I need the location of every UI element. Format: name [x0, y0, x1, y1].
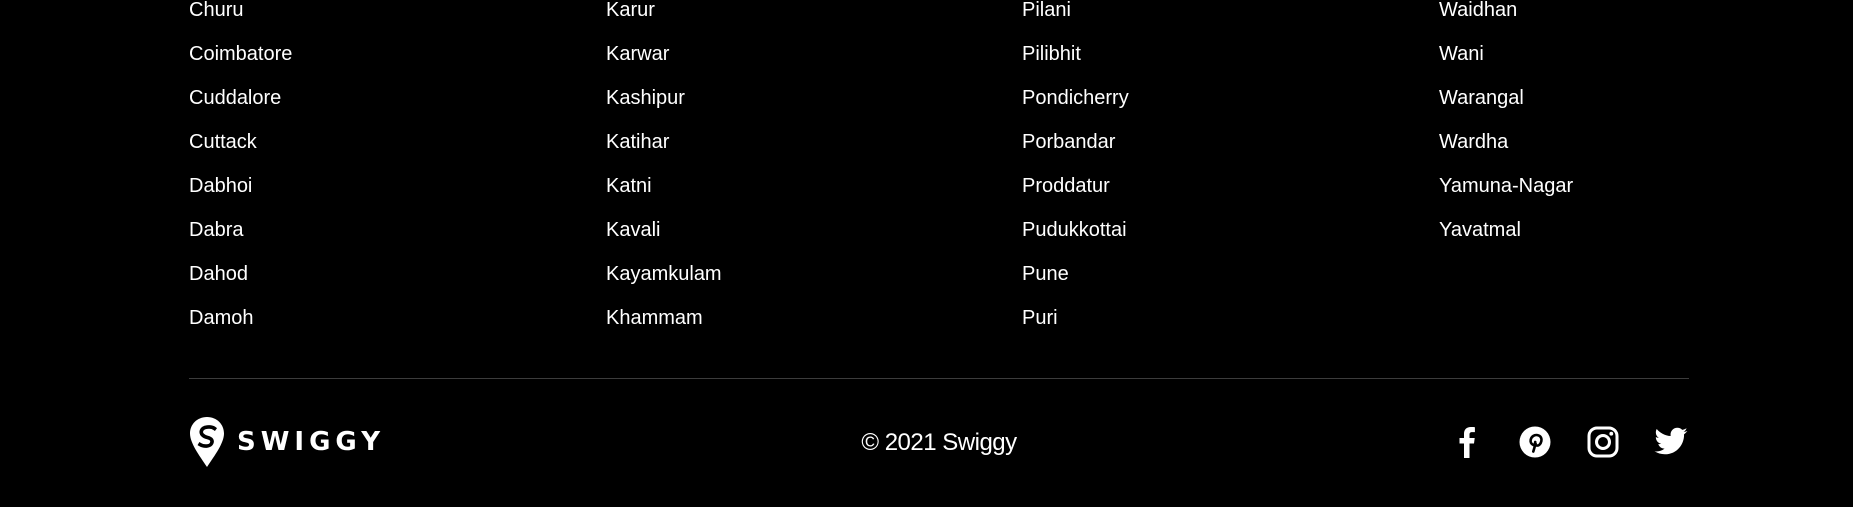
city-links-section: Churu Coimbatore Cuddalore Cuttack Dabho…: [189, 0, 1689, 340]
city-link[interactable]: Warangal: [1439, 80, 1839, 124]
city-link[interactable]: Dahod: [189, 256, 589, 300]
city-link[interactable]: Katni: [606, 168, 1006, 212]
city-column-3: Pilani Pilibhit Pondicherry Porbandar Pr…: [1022, 0, 1422, 344]
city-link[interactable]: Katihar: [606, 124, 1006, 168]
logo-wordmark: SWIGGY: [237, 427, 386, 457]
city-link[interactable]: Karur: [606, 0, 1006, 36]
instagram-icon: [1587, 426, 1619, 458]
city-link[interactable]: Puri: [1022, 300, 1422, 344]
swiggy-logo[interactable]: SWIGGY: [189, 416, 385, 468]
twitter-link[interactable]: [1653, 424, 1689, 460]
city-link[interactable]: Karwar: [606, 36, 1006, 80]
city-column-2: Karur Karwar Kashipur Katihar Katni Kava…: [606, 0, 1006, 344]
city-link[interactable]: Khammam: [606, 300, 1006, 344]
city-link[interactable]: Dabhoi: [189, 168, 589, 212]
city-link[interactable]: Coimbatore: [189, 36, 589, 80]
social-links: [1417, 424, 1689, 460]
city-link[interactable]: Pilibhit: [1022, 36, 1422, 80]
city-link[interactable]: Pondicherry: [1022, 80, 1422, 124]
twitter-icon: [1654, 427, 1688, 455]
city-column-4: Waidhan Wani Warangal Wardha Yamuna-Naga…: [1439, 0, 1839, 256]
city-link[interactable]: Wani: [1439, 36, 1839, 80]
city-link[interactable]: Churu: [189, 0, 589, 36]
city-link[interactable]: Waidhan: [1439, 0, 1839, 36]
city-link[interactable]: Yavatmal: [1439, 212, 1839, 256]
city-link[interactable]: Proddatur: [1022, 168, 1422, 212]
city-link[interactable]: Pune: [1022, 256, 1422, 300]
city-link[interactable]: Yamuna-Nagar: [1439, 168, 1839, 212]
city-link[interactable]: Kashipur: [606, 80, 1006, 124]
city-link[interactable]: Cuttack: [189, 124, 589, 168]
footer-divider: [189, 378, 1689, 379]
city-link[interactable]: Kavali: [606, 212, 1006, 256]
facebook-link[interactable]: [1449, 424, 1485, 460]
city-link[interactable]: Damoh: [189, 300, 589, 344]
city-link[interactable]: Kayamkulam: [606, 256, 1006, 300]
city-link[interactable]: Porbandar: [1022, 124, 1422, 168]
pinterest-link[interactable]: [1517, 424, 1553, 460]
city-link[interactable]: Pudukkottai: [1022, 212, 1422, 256]
city-link[interactable]: Dabra: [189, 212, 589, 256]
facebook-icon: [1459, 427, 1475, 458]
city-link[interactable]: Wardha: [1439, 124, 1839, 168]
copyright-text: © 2021 Swiggy: [861, 429, 1017, 456]
city-column-1: Churu Coimbatore Cuddalore Cuttack Dabho…: [189, 0, 589, 344]
footer-bottom-bar: SWIGGY © 2021 Swiggy: [189, 414, 1689, 470]
instagram-link[interactable]: [1585, 424, 1621, 460]
city-link[interactable]: Pilani: [1022, 0, 1422, 36]
pinterest-icon: [1519, 426, 1551, 458]
city-link[interactable]: Cuddalore: [189, 80, 589, 124]
swiggy-logo-icon: [190, 417, 224, 467]
